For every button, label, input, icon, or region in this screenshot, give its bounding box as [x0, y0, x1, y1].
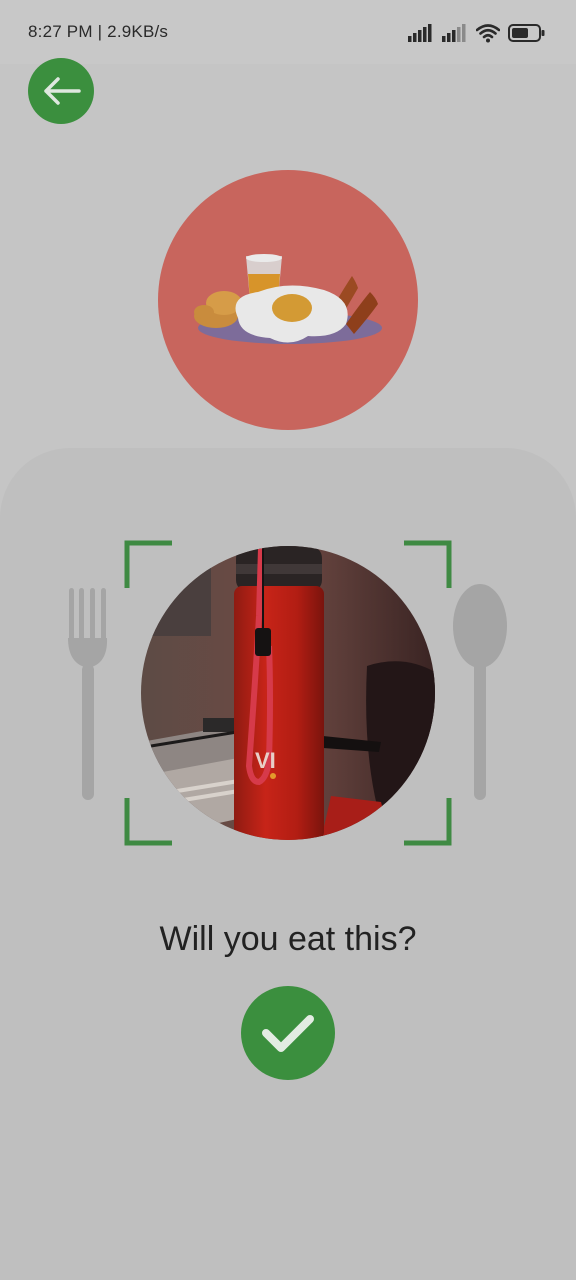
confirm-button[interactable] — [241, 986, 335, 1080]
breakfast-plate-icon — [194, 254, 382, 344]
checkmark-icon — [262, 1015, 314, 1052]
captured-food-photo: VI — [141, 546, 435, 840]
status-time-speed: 8:27 PM | 2.9KB/s — [28, 22, 169, 41]
svg-text:VI: VI — [255, 748, 276, 773]
back-button[interactable] — [28, 58, 94, 124]
arrow-left-icon — [44, 77, 81, 105]
status-icons — [408, 20, 546, 46]
wifi-icon — [476, 24, 500, 43]
status-bar: 8:27 PM | 2.9KB/s — [0, 0, 576, 64]
spoon-icon — [453, 584, 507, 800]
scan-frame-bottom-right — [404, 798, 452, 846]
meal-category-badge — [158, 170, 418, 430]
fork-icon — [68, 588, 108, 800]
signal-icon — [442, 24, 466, 42]
scan-frame-top-left — [124, 540, 172, 588]
battery-icon — [508, 24, 545, 42]
signal-icon — [408, 24, 432, 42]
scan-frame-top-right — [404, 540, 452, 588]
eat-question: Will you eat this? — [159, 920, 417, 958]
scan-frame-bottom-left — [124, 798, 172, 846]
